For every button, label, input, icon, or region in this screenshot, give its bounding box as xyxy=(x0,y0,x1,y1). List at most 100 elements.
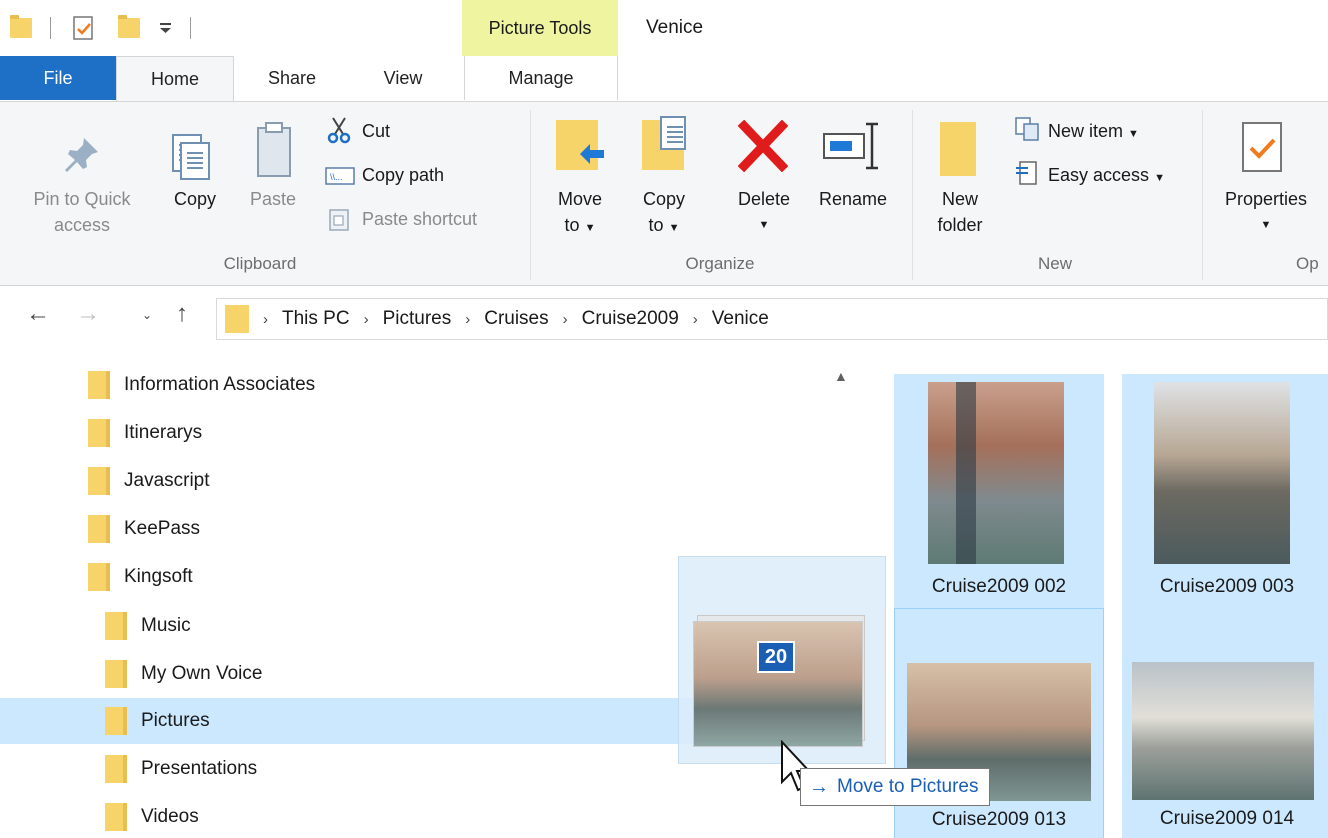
scroll-up-arrow-icon[interactable]: ▲ xyxy=(834,368,848,384)
easy-access-button[interactable]: Easy access ▼ xyxy=(1048,162,1165,191)
breadcrumb-pictures[interactable]: Pictures xyxy=(383,308,452,330)
folder-icon xyxy=(105,707,127,735)
new-item-icon xyxy=(1015,117,1039,141)
drop-tooltip-text: Move to Pictures xyxy=(837,776,979,797)
file-name: Cruise2009 014 xyxy=(1159,808,1295,829)
new-item-label: New item xyxy=(1048,121,1124,141)
new-item-button[interactable]: New item ▼ xyxy=(1048,118,1139,147)
rename-button[interactable]: Rename xyxy=(808,186,898,212)
tree-item-label: Music xyxy=(141,615,191,636)
divider xyxy=(50,17,51,39)
tree-item-label: Presentations xyxy=(141,758,258,779)
properties-button[interactable]: Properties ▼ xyxy=(1210,186,1322,238)
tab-home[interactable]: Home xyxy=(116,56,234,102)
back-arrow-icon[interactable]: ← xyxy=(26,300,50,328)
copy-path-button[interactable]: Copy path xyxy=(362,162,444,188)
pin-icon xyxy=(65,138,98,172)
breadcrumb-venice[interactable]: Venice xyxy=(712,308,769,330)
photo-thumbnail xyxy=(1154,382,1290,564)
tree-item[interactable]: Javascript xyxy=(0,458,840,504)
move-to-button[interactable]: Move to ▼ xyxy=(540,186,620,241)
pin-to-quick-access-button[interactable]: Pin to Quick access xyxy=(12,186,152,238)
tree-item-label: My Own Voice xyxy=(141,663,263,684)
tab-view[interactable]: View xyxy=(358,56,448,100)
drag-photo xyxy=(693,621,863,747)
folder-icon xyxy=(88,419,110,447)
dropdown-arrow-icon: ▼ xyxy=(1154,172,1165,184)
easy-access-icon xyxy=(1016,161,1037,185)
file-tile[interactable]: Cruise2009 003 xyxy=(1122,374,1328,608)
folder-icon xyxy=(88,515,110,543)
pin-label-line-1: Pin to Quick xyxy=(33,189,131,209)
tree-item[interactable]: KeePass xyxy=(0,506,840,552)
breadcrumb-cruises[interactable]: Cruises xyxy=(484,308,548,330)
pin-label-line-2: access xyxy=(53,215,111,235)
delete-button[interactable]: Delete ▼ xyxy=(724,186,804,238)
tab-share[interactable]: Share xyxy=(246,56,338,100)
cut-button[interactable]: Cut xyxy=(362,118,390,144)
new-folder-quick-access-icon[interactable] xyxy=(118,15,140,38)
file-tile[interactable]: Cruise2009 002 xyxy=(894,374,1104,608)
tree-item[interactable]: Presentations xyxy=(0,746,660,792)
divider xyxy=(1202,110,1203,280)
rename-icon xyxy=(823,122,878,170)
tree-item-selected[interactable]: Pictures xyxy=(0,698,705,744)
folder-icon xyxy=(105,612,127,640)
tab-file[interactable]: File xyxy=(0,56,116,100)
copy-button[interactable]: Copy xyxy=(160,186,230,212)
move-arrow-icon: → xyxy=(809,775,829,798)
address-bar[interactable]: › This PC › Pictures › Cruises › Cruise2… xyxy=(216,298,1328,340)
recent-locations-chevron-icon[interactable]: ⌄ xyxy=(142,308,152,322)
window-title: Venice xyxy=(646,17,704,38)
copy-to-label-2: to xyxy=(648,215,664,235)
copy-to-button[interactable]: Copy to ▼ xyxy=(624,186,704,241)
tree-item-label: Kingsoft xyxy=(124,566,193,587)
copy-to-label-1: Copy xyxy=(642,189,686,209)
paste-shortcut-icon xyxy=(329,209,349,231)
photo-shade xyxy=(956,382,976,564)
tree-item-label: Information Associates xyxy=(124,374,316,395)
tree-item[interactable]: Videos xyxy=(0,794,660,838)
title-bar: Picture Tools Venice xyxy=(0,0,1328,56)
folder-icon xyxy=(105,660,127,688)
tree-item[interactable]: Information Associates xyxy=(0,362,840,408)
folder-icon xyxy=(10,15,32,38)
tree-item[interactable]: My Own Voice xyxy=(0,651,660,697)
tree-item[interactable]: Music xyxy=(0,603,660,649)
dropdown-arrow-icon: ▼ xyxy=(1128,128,1139,140)
clipboard-group-label: Clipboard xyxy=(223,254,297,273)
new-folder-label-2: folder xyxy=(937,215,983,235)
breadcrumb-separator-icon: › xyxy=(562,310,568,328)
folder-icon xyxy=(88,563,110,591)
file-tile[interactable]: Cruise2009 014 xyxy=(1122,608,1328,838)
breadcrumb-cruise2009[interactable]: Cruise2009 xyxy=(582,308,679,330)
breadcrumb-separator-icon: › xyxy=(363,310,369,328)
tree-item-label: Videos xyxy=(141,806,199,827)
tab-manage[interactable]: Manage xyxy=(464,56,618,100)
dropdown-arrow-icon: ▼ xyxy=(758,219,770,231)
folder-icon xyxy=(88,467,110,495)
breadcrumb-separator-icon: › xyxy=(692,310,698,328)
properties-label: Properties xyxy=(1224,189,1308,209)
drop-tooltip: → Move to Pictures xyxy=(800,768,990,806)
up-arrow-icon[interactable]: ↑ xyxy=(176,300,188,328)
file-name: Cruise2009 013 xyxy=(931,809,1067,830)
forward-arrow-icon[interactable]: → xyxy=(76,300,100,328)
new-folder-button[interactable]: New folder xyxy=(918,186,1002,238)
folder-icon xyxy=(105,803,127,831)
photo-thumbnail xyxy=(928,382,1064,564)
customize-quick-access-icon[interactable] xyxy=(158,20,174,36)
paste-button[interactable]: Paste xyxy=(238,186,308,212)
breadcrumb-this-pc[interactable]: This PC xyxy=(282,308,350,330)
paste-shortcut-button[interactable]: Paste shortcut xyxy=(362,206,477,232)
scissors-icon xyxy=(327,117,351,144)
ribbon: Pin to Quick access Copy Paste Cut \\...… xyxy=(0,101,1328,286)
new-folder-label-1: New xyxy=(941,189,978,209)
properties-quick-access-icon[interactable] xyxy=(72,15,96,41)
tree-item[interactable]: Itinerarys xyxy=(0,410,840,456)
tree-item-label: Itinerarys xyxy=(124,422,203,443)
file-name: Cruise2009 003 xyxy=(1159,576,1295,597)
dropdown-arrow-icon: ▼ xyxy=(668,222,680,234)
properties-icon xyxy=(1242,122,1282,172)
divider xyxy=(190,17,191,39)
